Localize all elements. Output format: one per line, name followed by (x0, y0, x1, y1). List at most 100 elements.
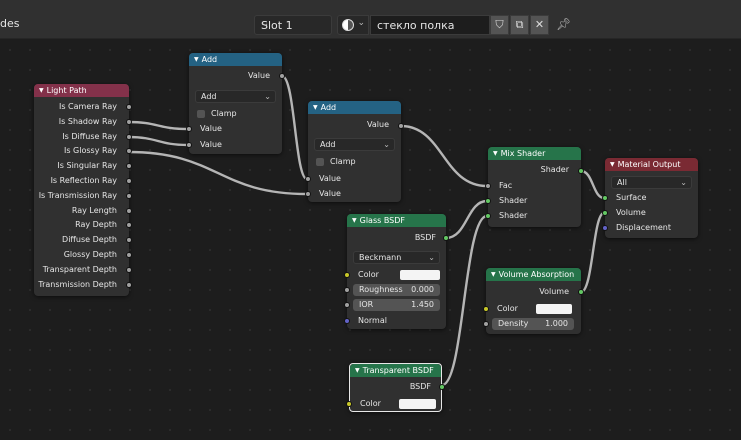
light-path-output-label: Ray Length (71, 205, 117, 215)
mix-shader-socket-1[interactable] (485, 198, 491, 204)
volume-density-field[interactable]: Density 1.000 (492, 318, 574, 330)
volume-output-socket[interactable] (578, 289, 584, 295)
mix-fac-socket[interactable] (485, 183, 491, 189)
volume-absorption-header[interactable]: ▼ Volume Absorption (486, 268, 581, 281)
add1-operation-dropdown[interactable]: Add ⌄ (195, 90, 276, 103)
glass-roughness-socket[interactable] (344, 287, 350, 293)
add-node-2[interactable]: ▼ Add Value Add ⌄ Clamp Value Value (305, 101, 404, 202)
output-surface-label: Surface (616, 193, 647, 202)
transparent-bsdf-node[interactable]: ▼ Transparent BSDF BSDF Color (346, 363, 445, 412)
collapse-triangle-icon[interactable]: ▼ (355, 367, 360, 374)
light-path-output-socket[interactable] (126, 118, 132, 125)
glass-bsdf-header[interactable]: ▼ Glass BSDF (347, 214, 446, 227)
add1-clamp-checkbox[interactable] (197, 110, 205, 118)
field-label: Density (498, 319, 529, 328)
node-title: Light Path (46, 86, 87, 95)
add2-clamp-label: Clamp (330, 157, 356, 166)
mix-shader-node[interactable]: ▼ Mix Shader Shader Fac Shader Shader (485, 147, 584, 227)
light-path-header[interactable]: ▼ Light Path (34, 84, 129, 97)
duplicate-material-icon[interactable]: ⧉ (510, 15, 529, 35)
collapse-triangle-icon[interactable]: ▼ (493, 150, 498, 157)
light-path-output-socket[interactable] (126, 192, 132, 199)
transparent-output-socket[interactable] (439, 384, 445, 390)
glass-distribution-dropdown[interactable]: Beckmann ⌄ (353, 251, 440, 264)
material-output-header[interactable]: ▼ Material Output (605, 158, 698, 171)
add2-operation-dropdown[interactable]: Add ⌄ (314, 138, 395, 151)
glass-color-socket[interactable] (344, 272, 350, 278)
material-name-field[interactable]: стекло полка (370, 15, 490, 35)
light-path-output-socket[interactable] (126, 133, 132, 140)
output-volume-socket[interactable] (602, 210, 608, 216)
chevron-down-icon: ⌄ (357, 18, 365, 28)
transparent-color-swatch[interactable] (399, 399, 436, 409)
glass-ior-socket[interactable] (344, 302, 350, 308)
unlink-close-icon[interactable]: ✕ (530, 15, 549, 35)
glass-bsdf-node[interactable]: ▼ Glass BSDF BSDF Beckmann ⌄ Color Roughne… (344, 214, 449, 329)
light-path-output-socket[interactable] (126, 207, 132, 214)
add1-input-socket-1[interactable] (186, 126, 192, 132)
material-output-node[interactable]: ▼ Material Output All ⌄ Surface Volume Dis… (602, 158, 698, 238)
mix-shader-socket-2[interactable] (485, 213, 491, 219)
editor-mode-label[interactable]: des (0, 17, 19, 30)
light-path-node[interactable]: ▼ Light Path Is Camera Ray Is Shadow Ray Is… (34, 84, 132, 296)
collapse-triangle-icon[interactable]: ▼ (313, 104, 318, 111)
glass-ior-field[interactable]: IOR 1.450 (353, 299, 440, 311)
add1-input-label-1: Value (200, 124, 222, 133)
add2-clamp-checkbox[interactable] (316, 158, 324, 166)
glass-color-swatch[interactable] (400, 270, 440, 280)
light-path-output-label: Transmission Depth (38, 279, 117, 289)
browse-material-button[interactable]: ⌄ (337, 15, 369, 35)
mix-shader-label-1: Shader (499, 196, 528, 205)
fake-user-shield-icon[interactable]: ⛉ (490, 15, 509, 35)
node-title: Transparent BSDF (362, 366, 434, 375)
add1-output-socket[interactable] (279, 73, 285, 79)
collapse-triangle-icon[interactable]: ▼ (352, 217, 357, 224)
add2-input-label-1: Value (319, 174, 341, 183)
light-path-output-socket[interactable] (126, 281, 132, 288)
output-displacement-socket[interactable] (602, 225, 608, 231)
light-path-output-socket[interactable] (126, 104, 132, 110)
volume-color-socket[interactable] (483, 306, 489, 312)
light-path-output-label: Ray Depth (75, 220, 117, 230)
glass-output-socket[interactable] (443, 235, 449, 241)
glass-normal-socket[interactable] (344, 318, 350, 324)
collapse-triangle-icon[interactable]: ▼ (39, 87, 44, 94)
output-surface-socket[interactable] (602, 195, 608, 201)
volume-absorption-node[interactable]: ▼ Volume Absorption Volume Color Density 1… (483, 268, 584, 334)
light-path-output-socket[interactable] (126, 178, 132, 184)
collapse-triangle-icon[interactable]: ▼ (610, 161, 615, 168)
add-node-1[interactable]: ▼ Add Value Add ⌄ Clamp Value Value (186, 53, 285, 154)
glass-roughness-field[interactable]: Roughness 0.000 (353, 284, 440, 296)
collapse-triangle-icon[interactable]: ▼ (491, 271, 496, 278)
mix-output-label: Shader (540, 165, 569, 174)
output-target-dropdown[interactable]: All ⌄ (611, 176, 692, 189)
light-path-output-label: Transparent Depth (42, 264, 117, 274)
volume-density-socket[interactable] (483, 321, 489, 327)
add2-input-socket-2[interactable] (305, 191, 311, 197)
mix-output-socket[interactable] (578, 168, 584, 174)
field-label: Roughness (359, 285, 403, 294)
slot-dropdown[interactable]: Slot 1 ⌄ (254, 15, 332, 35)
add-node-2-header[interactable]: ▼ Add (308, 101, 401, 114)
add-node-1-header[interactable]: ▼ Add (189, 53, 282, 66)
node-title: Glass BSDF (359, 216, 406, 225)
light-path-output-socket[interactable] (126, 266, 132, 273)
transparent-color-label: Color (360, 399, 381, 408)
node-title: Mix Shader (500, 149, 546, 158)
chevron-down-icon: ⌄ (428, 253, 435, 262)
node-title: Material Output (617, 160, 681, 169)
volume-color-swatch[interactable] (536, 304, 572, 314)
add2-output-socket[interactable] (398, 123, 404, 129)
field-value: 1.450 (411, 300, 434, 309)
collapse-triangle-icon[interactable]: ▼ (194, 56, 199, 63)
transparent-color-socket[interactable] (346, 401, 352, 407)
transparent-bsdf-header[interactable]: ▼ Transparent BSDF (350, 364, 441, 377)
output-volume-label: Volume (616, 208, 646, 217)
mix-shader-header[interactable]: ▼ Mix Shader (488, 147, 581, 160)
light-path-output-socket[interactable] (126, 252, 132, 258)
dropdown-value: Beckmann (359, 253, 402, 262)
pin-icon[interactable]: 📌︎ (556, 17, 571, 31)
add1-input-socket-2[interactable] (186, 142, 192, 148)
add2-input-socket-1[interactable] (305, 176, 311, 182)
dropdown-value: Add (201, 92, 217, 101)
